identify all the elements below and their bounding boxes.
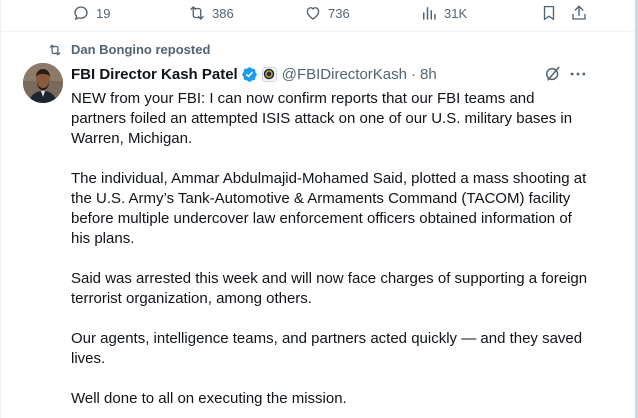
bookmark-icon [543, 5, 555, 21]
tweet-paragraph: The individual, Ammar Abdulmajid-Mohamed… [71, 170, 587, 247]
avatar[interactable] [23, 63, 63, 103]
reply-button[interactable]: 19 [72, 4, 110, 22]
views-icon [423, 7, 436, 20]
views-button[interactable]: 31K [420, 4, 467, 22]
repost-icon [190, 6, 204, 20]
like-count: 736 [328, 5, 350, 21]
more-options-button[interactable] [568, 64, 588, 84]
tweet-paragraph: Well done to all on executing the missio… [71, 390, 347, 407]
avatar-image [23, 63, 63, 103]
reply-icon [74, 6, 88, 21]
tweet-text: NEW from your FBI: I can now confirm rep… [71, 89, 591, 418]
more-icon [570, 72, 586, 76]
repost-icon [49, 44, 61, 55]
tweet-divider [0, 31, 635, 32]
tweet-timestamp[interactable]: 8h [420, 66, 437, 83]
author-handle[interactable]: @FBIDirectorKash [282, 66, 407, 83]
bookmark-button[interactable] [540, 4, 558, 22]
share-button[interactable] [570, 4, 588, 22]
heart-icon [306, 7, 320, 20]
tweet-paragraph: Said was arrested this week and will now… [71, 270, 588, 307]
tweet-paragraph: NEW from your FBI: I can now confirm rep… [71, 90, 573, 147]
grok-button[interactable] [543, 64, 563, 84]
tweet-header: FBI Director Kash Patel @FBIDirectorKash… [71, 64, 437, 84]
repost-count: 386 [212, 5, 234, 21]
tweet-paragraph: Our agents, intelligence teams, and part… [71, 330, 583, 367]
share-icon [572, 5, 586, 20]
views-count: 31K [444, 5, 468, 21]
grok-icon [546, 66, 560, 81]
repost-context[interactable]: Dan Bongino reposted [48, 42, 210, 57]
reply-count: 19 [96, 5, 111, 21]
repost-button[interactable]: 386 [188, 4, 234, 22]
repost-context-text: Dan Bongino reposted [71, 42, 211, 57]
left-border [0, 0, 1, 418]
separator-dot: · [410, 65, 416, 83]
like-button[interactable]: 736 [304, 4, 350, 22]
tweet-action-bar: 19 386 736 31K [0, 0, 635, 30]
author-display-name[interactable]: FBI Director Kash Patel [71, 66, 238, 83]
fbi-seal-icon[interactable] [261, 66, 277, 82]
verified-badge-icon[interactable] [241, 66, 258, 83]
